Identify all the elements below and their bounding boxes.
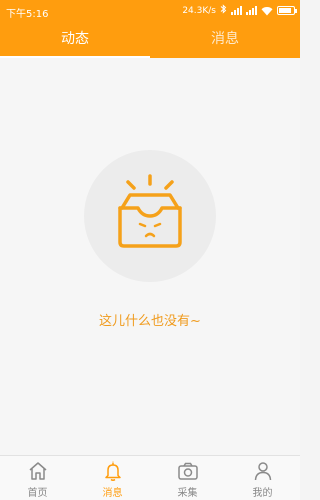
- tab-dynamic-label: 动态: [61, 31, 89, 47]
- status-bar: 下午5:16 24.3K/s: [0, 0, 300, 22]
- wifi-icon: [261, 6, 273, 15]
- bottom-nav: 首页 消息 采集 我的: [0, 455, 300, 500]
- signal-icon: [231, 6, 242, 15]
- tab-messages-label: 消息: [211, 31, 239, 47]
- network-speed: 24.3K/s: [182, 5, 216, 16]
- nav-home[interactable]: 首页: [0, 456, 75, 500]
- battery-icon: [277, 6, 297, 15]
- nav-home-label: 首页: [27, 488, 48, 499]
- home-icon: [29, 462, 46, 480]
- camera-icon: [177, 462, 198, 480]
- battery-level: [279, 8, 291, 13]
- nav-messages[interactable]: 消息: [75, 456, 150, 500]
- active-tab-indicator: [0, 56, 150, 58]
- bluetooth-icon: [220, 4, 227, 17]
- status-time: 下午5:16: [6, 9, 49, 20]
- empty-state-message: 这儿什么也没有~: [99, 314, 201, 329]
- user-icon: [254, 462, 271, 481]
- empty-box-illustration: [118, 174, 182, 248]
- tab-header: 动态 消息: [0, 22, 300, 58]
- tab-dynamic[interactable]: 动态: [0, 22, 150, 58]
- nav-mine-label: 我的: [252, 488, 273, 499]
- signal-icon-2: [246, 6, 257, 15]
- tab-messages[interactable]: 消息: [150, 22, 300, 58]
- bell-icon: [104, 461, 121, 481]
- app-screen: 下午5:16 24.3K/s 动态 消息 这儿什么也没有~ 首页 消息 采集 我…: [0, 0, 300, 500]
- nav-collect[interactable]: 采集: [150, 456, 225, 500]
- nav-collect-label: 采集: [177, 488, 198, 499]
- nav-mine[interactable]: 我的: [225, 456, 300, 500]
- nav-messages-label: 消息: [102, 488, 123, 499]
- status-indicators: 24.3K/s: [182, 4, 297, 17]
